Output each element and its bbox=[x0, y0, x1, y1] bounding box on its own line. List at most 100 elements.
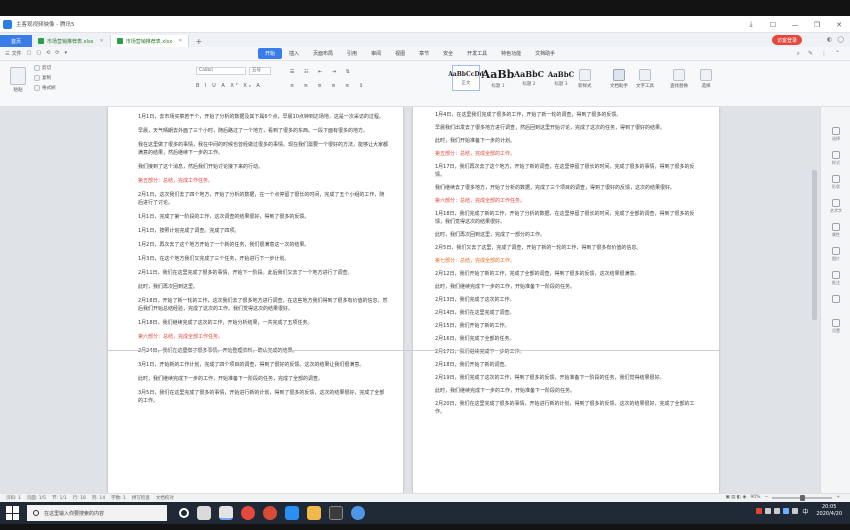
layout-icon[interactable]: ☐ bbox=[762, 16, 784, 33]
chrome-icon[interactable] bbox=[263, 506, 277, 520]
paste-button[interactable]: 粘贴 bbox=[10, 67, 26, 93]
document-paragraph[interactable]: 此时，我们继续完成下一步的工作，开始准备下一阶段的任务。 bbox=[435, 387, 699, 395]
font-name-select[interactable]: Calibri bbox=[196, 67, 246, 75]
user-icon[interactable]: ◯ bbox=[837, 36, 844, 43]
document-paragraph[interactable]: 2月18日，开始了新一轮的工作，这次我们去了很多地方进行调查，在这些地方我们得到… bbox=[138, 297, 389, 313]
document-paragraph[interactable]: 2月18日，我们开始了新的调查。 bbox=[435, 361, 699, 369]
document-paragraph[interactable]: 1月1日，按照计划完成了调查。完成了四项。 bbox=[138, 227, 389, 235]
taskbar-search-box[interactable]: 在这里输入你要搜索的内容 bbox=[27, 505, 167, 521]
restore-button[interactable]: ❐ bbox=[806, 16, 828, 33]
menu-home[interactable]: 开始 bbox=[258, 48, 283, 59]
user-login-badge[interactable]: 访客登录 bbox=[771, 35, 802, 45]
more-icon[interactable]: ▾ bbox=[64, 50, 67, 57]
sidebar-item[interactable]: 图片 bbox=[821, 247, 850, 262]
document-paragraph[interactable]: 1月3日，在这个地方我们又完成了三个任务，开始进行下一步计划。 bbox=[138, 255, 389, 263]
undo-icon[interactable]: ⟲ bbox=[46, 50, 50, 57]
style-normal[interactable]: AaBbCcDd 正文 bbox=[448, 65, 484, 91]
file-explorer-icon[interactable] bbox=[307, 506, 321, 520]
app-blue-icon[interactable] bbox=[285, 506, 299, 520]
text-format-buttons[interactable]: B I U A X² X₂ A bbox=[196, 83, 262, 89]
document-paragraph[interactable]: 2月5日，我们又去了这里，完成了调查，开始了新的一轮的工作，得到了很多有价值的信… bbox=[435, 244, 699, 252]
app-dark-icon[interactable] bbox=[329, 506, 343, 520]
document-paragraph[interactable]: 2月13日，我们完成了这次的工作。 bbox=[435, 296, 699, 304]
skin-icon[interactable]: ◐ bbox=[827, 36, 832, 43]
tray-icon[interactable] bbox=[765, 508, 772, 514]
document-paragraph[interactable]: 3月1日，开始新的工作计划，完成了四个项目的调查，得到了很好的反馈。这次的结果让… bbox=[138, 361, 389, 369]
document-paragraph[interactable]: 第七部分：总结，完成全部的工作。 bbox=[435, 257, 699, 265]
zoom-in-icon[interactable]: + bbox=[836, 495, 840, 500]
font-size-select[interactable]: 五号 bbox=[249, 67, 271, 75]
network-icon[interactable] bbox=[783, 508, 790, 514]
input-language[interactable]: 中 bbox=[802, 507, 808, 516]
cortana-icon[interactable] bbox=[179, 508, 189, 518]
sidebar-item[interactable] bbox=[821, 295, 850, 304]
windows-start-button[interactable] bbox=[6, 506, 20, 520]
vertical-scrollbar[interactable] bbox=[812, 110, 817, 490]
text-tools-button[interactable]: 文字工具 bbox=[636, 69, 654, 89]
style-heading3[interactable]: AaBbC 标题 3 bbox=[546, 65, 576, 91]
sidebar-item[interactable]: 选择 bbox=[821, 127, 850, 142]
copy-button[interactable]: 复制 bbox=[34, 75, 51, 81]
zoom-out-icon[interactable]: − bbox=[764, 495, 768, 500]
clock[interactable]: 20:05 2020/4/20 bbox=[816, 504, 842, 518]
document-paragraph[interactable]: 2月12日，我们开始了新的工作，完成了全部的调查，得到了很多的反馈，这次结果很满… bbox=[435, 270, 699, 278]
document-paragraph[interactable]: 第六部分：总结，完成全部的工作任务。 bbox=[435, 197, 699, 205]
document-tab-active[interactable]: 市场营销推荐表.xlsx ✕ bbox=[110, 35, 190, 47]
style-heading2[interactable]: AaBbC 标题 2 bbox=[514, 65, 544, 91]
menu-references[interactable]: 引用 bbox=[340, 48, 364, 59]
collapse-icon[interactable]: ⌃ bbox=[835, 50, 840, 58]
menu-doc-assistant[interactable]: 文档助手 bbox=[528, 48, 562, 59]
find-replace-button[interactable]: 查找替换 bbox=[670, 69, 688, 89]
zoom-slider[interactable] bbox=[772, 494, 833, 501]
document-paragraph[interactable]: 2月20日，我们在这里完成了很多的事情，开始进行新的计划，得到了很多的反馈，这次… bbox=[435, 400, 699, 416]
menu-features[interactable]: 特色功能 bbox=[494, 48, 528, 59]
document-paragraph[interactable]: 我在这里做了很多的事情，我在中间的时候也曾经做过很多的事情。现在我们需要一个很好… bbox=[138, 141, 389, 157]
menu-developer[interactable]: 开发工具 bbox=[460, 48, 494, 59]
sidebar-item[interactable]: 艺术字 bbox=[821, 199, 850, 214]
new-style-button[interactable]: 新样式 bbox=[578, 69, 592, 89]
document-paragraph[interactable]: 2月19日，我们完成了这次的工作，得到了很多的反馈，开始准备下一阶段的任务，我们… bbox=[435, 374, 699, 382]
document-paragraph[interactable]: 2月15日，我们开始了新的工作。 bbox=[435, 322, 699, 330]
document-paragraph[interactable]: 2月1日，这次我们去了四个地方，开始了分析的数据，在一个点停留了很长的时间，完成… bbox=[138, 191, 389, 207]
download-icon[interactable]: ⤓ bbox=[740, 16, 762, 33]
document-paragraph[interactable]: 1月4日，在这里我们完成了很多的工作，开始了新一轮的调查，得到了很多的反馈。 bbox=[435, 111, 699, 119]
document-canvas[interactable]: 1月1日，去市场买菜若干个，开始了分析的数据及其下属6个点，早晨10点钟到达场地… bbox=[0, 107, 820, 493]
list-buttons[interactable]: ☰ ☷ ⇤ ⇥ ⇅ bbox=[290, 69, 354, 75]
document-paragraph[interactable]: 2月14日，我们在这里完成了调查。 bbox=[435, 309, 699, 317]
doc-check[interactable]: 文档校对 bbox=[156, 495, 174, 501]
cut-button[interactable]: 剪切 bbox=[34, 65, 51, 71]
sidebar-item[interactable]: 形状 bbox=[821, 175, 850, 190]
word-count[interactable]: 字数: 1 bbox=[111, 495, 126, 501]
style-heading1[interactable]: AaBb 标题 1 bbox=[482, 65, 515, 91]
close-tab-icon[interactable]: ✕ bbox=[178, 38, 182, 44]
file-menu[interactable]: 三 文件 bbox=[5, 50, 22, 57]
menu-section[interactable]: 章节 bbox=[412, 48, 436, 59]
document-page-right[interactable]: 1月4日，在这里我们完成了很多的工作，开始了新一轮的调查，得到了很多的反馈。 早晨… bbox=[413, 107, 719, 493]
document-paragraph[interactable]: 1月18日，我们继续完成了这次的工作，开始分析结果，一共完成了五项任务。 bbox=[138, 319, 389, 327]
scrollbar-thumb[interactable] bbox=[812, 170, 817, 320]
search-icon[interactable]: ⌕ bbox=[797, 50, 800, 58]
spell-check[interactable]: 拼写检查 bbox=[132, 495, 150, 501]
document-paragraph[interactable]: 早晨，天气晴朗去外面了三个小时，随后路过了一个地方，看到了很多的东西。一段下面有… bbox=[138, 127, 389, 135]
more-vertical-icon[interactable]: ⋮ bbox=[821, 50, 827, 58]
document-paragraph[interactable]: 此时，我们继续完成下一步的工作，开始准备下一阶段的任务，完成了全部的调查。 bbox=[138, 375, 389, 383]
document-paragraph[interactable]: 1月1日，完成了第一阶段的工作，这次调查的结果很好，得到了很多的反馈。 bbox=[138, 213, 389, 221]
save-icon[interactable]: ▢ bbox=[27, 50, 32, 57]
volume-icon[interactable] bbox=[792, 508, 799, 514]
menu-review[interactable]: 审阅 bbox=[364, 48, 388, 59]
paragraph-buttons[interactable]: ≡ ≡ ≡ ≡ ≡ ↕ bbox=[290, 83, 367, 89]
document-paragraph[interactable]: 2月16日，我们完成了全部的任务。 bbox=[435, 335, 699, 343]
select-button[interactable]: 选择 bbox=[700, 69, 712, 89]
document-paragraph[interactable]: 1月2日，再次去了这个地方开始了一个新的任务，我们很满意这一次的结果。 bbox=[138, 241, 389, 249]
minimize-button[interactable]: — bbox=[784, 16, 806, 33]
document-paragraph[interactable]: 第五部分：总结，完成工作任务。 bbox=[138, 177, 389, 185]
print-icon[interactable]: ▢ bbox=[36, 50, 41, 57]
document-paragraph[interactable]: 我们接到了这个消息，然后我们开始讨论接下来的行动。 bbox=[138, 163, 389, 171]
document-paragraph[interactable]: 早晨我们出发去了很多地方进行调查，然后回到这里开始讨论，完成了这次的任务，得到了… bbox=[435, 124, 699, 132]
sidebar-item[interactable]: 样式 bbox=[821, 151, 850, 166]
document-paragraph[interactable]: 2月24日，我们在这里做了很多事情，开始整理资料，确认完成的结果。 bbox=[138, 347, 389, 355]
format-painter-button[interactable]: 格式刷 bbox=[34, 85, 56, 91]
document-paragraph[interactable]: 第五部分：总结，完成全部的工作。 bbox=[435, 150, 699, 158]
home-tab[interactable]: 首页 bbox=[0, 35, 32, 47]
document-paragraph[interactable]: 3月5日，我们在这里完成了很多的事情，开始进行新的计划，得到了很多的反馈，这次的… bbox=[138, 389, 389, 405]
